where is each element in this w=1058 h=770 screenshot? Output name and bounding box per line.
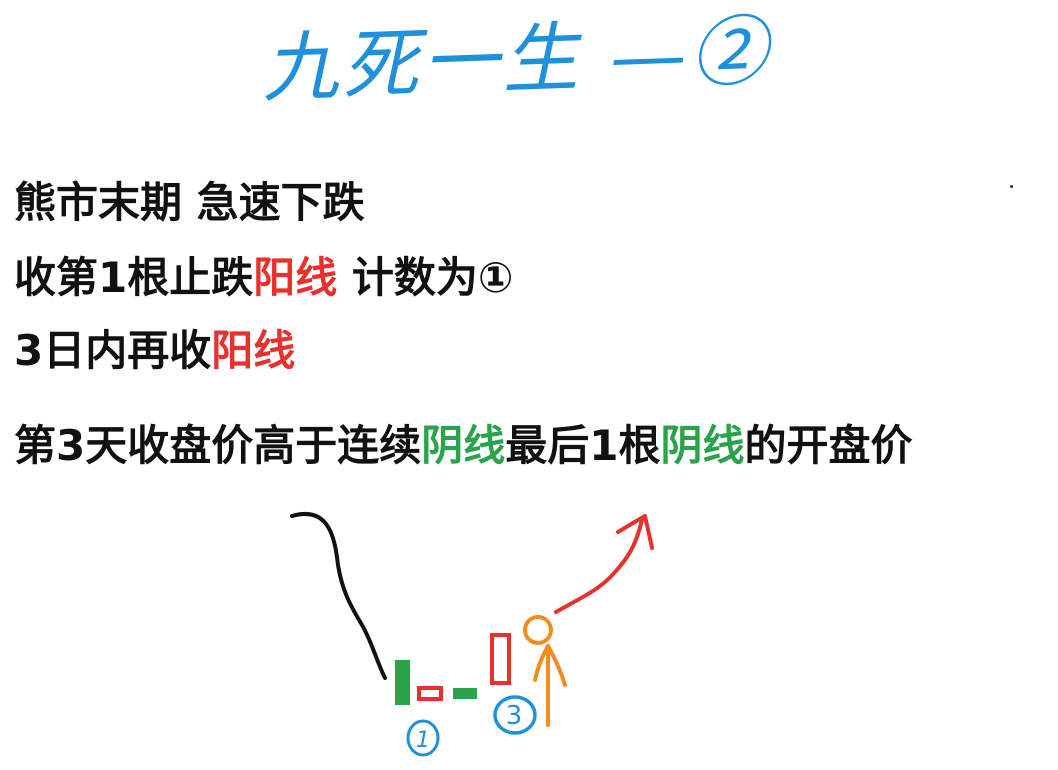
- stick-figure-icon: [523, 615, 567, 727]
- uptrend-arrow: [554, 518, 644, 614]
- downtrend-line: [290, 512, 387, 680]
- candlestick-sketch: 1 3: [290, 512, 654, 757]
- green-candle-2: [453, 688, 477, 699]
- diagram-canvas: 九死一生 —② 熊市末期 急速下跌 收第1根止跌阳线 计数为① 3日内再收阳线 …: [0, 0, 1058, 770]
- circle-marker-3-label: 3: [506, 701, 523, 731]
- circle-marker-1-label: 1: [416, 728, 430, 753]
- green-candle-1: [395, 660, 410, 705]
- red-candle-2: [490, 633, 511, 685]
- red-candle-1: [417, 686, 443, 701]
